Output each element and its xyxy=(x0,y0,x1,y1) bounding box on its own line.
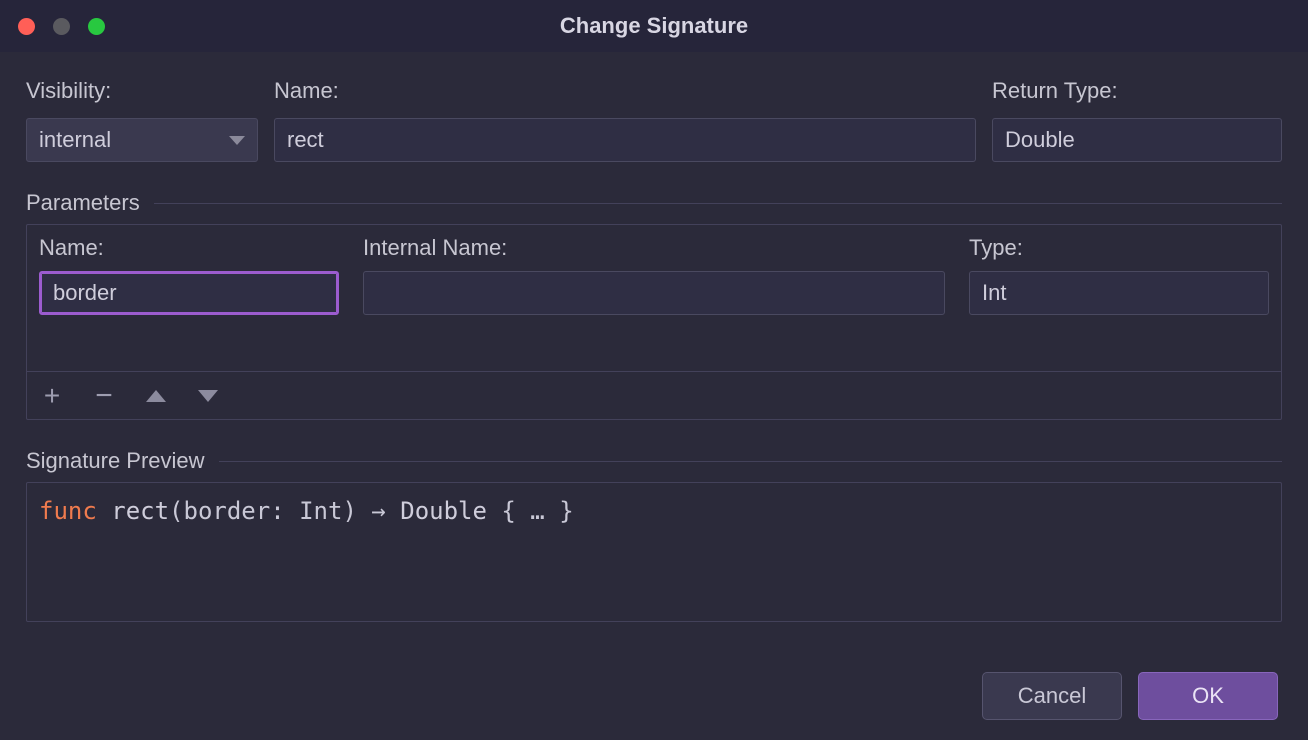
parameters-section-header: Parameters xyxy=(26,190,1282,216)
preview-args: (border: Int) xyxy=(169,497,357,525)
return-type-label: Return Type: xyxy=(992,78,1282,104)
divider xyxy=(219,461,1282,462)
name-input-text[interactable] xyxy=(287,119,963,161)
visibility-select[interactable]: internal xyxy=(26,118,258,162)
visibility-label: Visibility: xyxy=(26,78,258,104)
parameter-row xyxy=(39,271,1269,315)
param-internal-name-input-text[interactable] xyxy=(376,272,932,314)
param-type-input-text[interactable] xyxy=(982,272,1256,314)
chevron-down-icon xyxy=(229,136,245,145)
param-name-header: Name: xyxy=(39,235,339,261)
preview-section-title: Signature Preview xyxy=(26,448,205,474)
preview-arrow: → xyxy=(357,497,400,525)
param-type-input[interactable] xyxy=(969,271,1269,315)
minimize-window-icon[interactable] xyxy=(53,18,70,35)
return-type-field-group: Return Type: xyxy=(992,78,1282,162)
dialog-footer: Cancel OK xyxy=(982,672,1278,720)
preview-section-header: Signature Preview xyxy=(26,448,1282,474)
param-name-input[interactable] xyxy=(39,271,339,315)
zoom-window-icon[interactable] xyxy=(88,18,105,35)
cancel-button[interactable]: Cancel xyxy=(982,672,1122,720)
remove-parameter-icon[interactable] xyxy=(93,385,115,407)
name-label: Name: xyxy=(274,78,976,104)
move-up-icon[interactable] xyxy=(145,385,167,407)
divider xyxy=(154,203,1282,204)
cancel-button-label: Cancel xyxy=(1018,683,1086,709)
add-parameter-icon[interactable] xyxy=(41,385,63,407)
ok-button-label: OK xyxy=(1192,683,1224,709)
parameters-panel: Name: Internal Name: Type: xyxy=(26,224,1282,420)
param-name-input-text[interactable] xyxy=(53,273,325,313)
name-field-group: Name: xyxy=(274,78,976,162)
window-title: Change Signature xyxy=(0,13,1308,39)
parameters-section-title: Parameters xyxy=(26,190,140,216)
param-internal-name-header: Internal Name: xyxy=(363,235,945,261)
param-internal-name-input[interactable] xyxy=(363,271,945,315)
signature-preview: func rect(border: Int) → Double { … } xyxy=(26,482,1282,622)
return-type-input[interactable] xyxy=(992,118,1282,162)
ok-button[interactable]: OK xyxy=(1138,672,1278,720)
close-window-icon[interactable] xyxy=(18,18,35,35)
preview-return-type: Double xyxy=(400,497,487,525)
preview-fn-name: rect xyxy=(111,497,169,525)
visibility-selected-value: internal xyxy=(39,127,111,153)
top-fields-row: Visibility: internal Name: Return Type: xyxy=(26,78,1282,162)
titlebar: Change Signature xyxy=(0,0,1308,52)
preview-tail: { … } xyxy=(487,497,574,525)
move-down-icon[interactable] xyxy=(197,385,219,407)
parameters-toolbar xyxy=(27,371,1281,419)
visibility-field-group: Visibility: internal xyxy=(26,78,258,162)
window-controls xyxy=(18,18,105,35)
name-input[interactable] xyxy=(274,118,976,162)
return-type-input-text[interactable] xyxy=(1005,119,1269,161)
parameter-column-headers: Name: Internal Name: Type: xyxy=(39,235,1269,271)
preview-keyword: func xyxy=(39,497,97,525)
param-type-header: Type: xyxy=(969,235,1269,261)
